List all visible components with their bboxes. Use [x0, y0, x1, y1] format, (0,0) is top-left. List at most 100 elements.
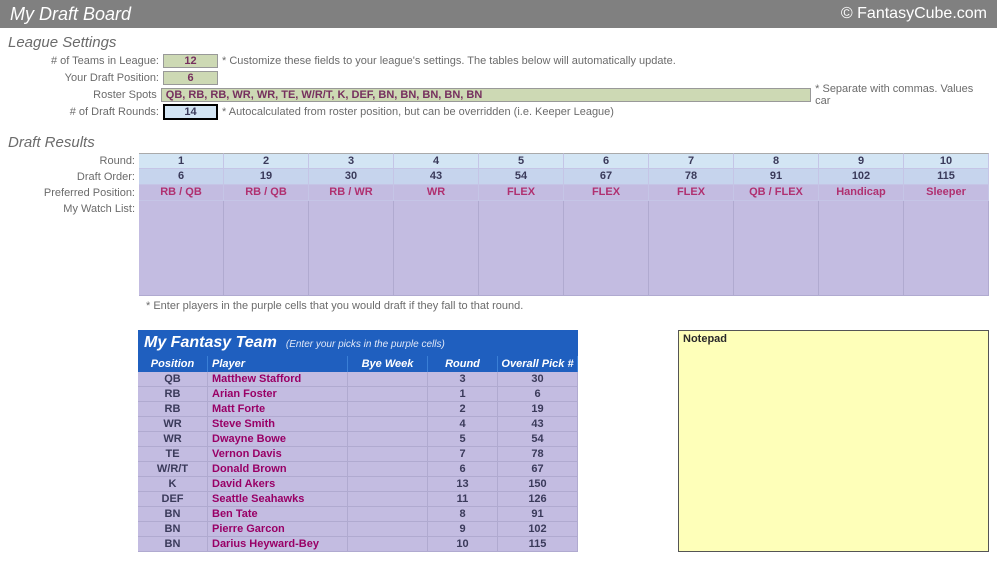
cell-player[interactable]: Dwayne Bowe — [208, 432, 348, 447]
cell-pick: 150 — [498, 477, 578, 492]
rounds-input[interactable]: 14 — [163, 104, 218, 120]
my-team-table: My Fantasy Team (Enter your picks in the… — [138, 330, 578, 552]
results-cell[interactable]: RB / QB — [139, 185, 224, 201]
cell-pick: 78 — [498, 447, 578, 462]
table-row: W/R/TDonald Brown667 — [138, 462, 578, 477]
results-cell[interactable]: 4 — [394, 153, 479, 169]
results-cell[interactable]: RB / WR — [309, 185, 394, 201]
cell-pick: 102 — [498, 522, 578, 537]
results-cell[interactable]: 6 — [139, 169, 224, 185]
col-position: Position — [138, 356, 208, 372]
cell-position: RB — [138, 402, 208, 417]
cell-bye — [348, 387, 428, 402]
col-pick: Overall Pick # — [498, 356, 578, 372]
cell-round: 2 — [428, 402, 498, 417]
cell-player[interactable]: Matthew Stafford — [208, 372, 348, 387]
cell-player[interactable]: David Akers — [208, 477, 348, 492]
results-cell[interactable]: FLEX — [649, 185, 734, 201]
results-cell[interactable]: Sleeper — [904, 185, 989, 201]
cell-player[interactable]: Pierre Garcon — [208, 522, 348, 537]
results-cell[interactable]: 54 — [479, 169, 564, 185]
cell-player[interactable]: Darius Heyward-Bey — [208, 537, 348, 552]
cell-round: 11 — [428, 492, 498, 507]
table-row: RBMatt Forte219 — [138, 402, 578, 417]
results-cell[interactable]: 10 — [904, 153, 989, 169]
results-cell[interactable]: 102 — [819, 169, 904, 185]
results-cell[interactable]: RB / QB — [224, 185, 309, 201]
results-cell[interactable]: QB / FLEX — [734, 185, 819, 201]
watch-cell[interactable] — [479, 201, 564, 296]
results-cell[interactable]: 30 — [309, 169, 394, 185]
teams-label: # of Teams in League: — [8, 55, 163, 67]
cell-player[interactable]: Vernon Davis — [208, 447, 348, 462]
col-round: Round — [428, 356, 498, 372]
cell-position: BN — [138, 507, 208, 522]
cell-player[interactable]: Arian Foster — [208, 387, 348, 402]
results-cell[interactable]: 2 — [224, 153, 309, 169]
rounds-note: * Autocalculated from roster position, b… — [218, 106, 614, 118]
results-cell[interactable]: 3 — [309, 153, 394, 169]
teams-input[interactable]: 12 — [163, 54, 218, 68]
watch-cell[interactable] — [649, 201, 734, 296]
cell-player[interactable]: Ben Tate — [208, 507, 348, 522]
results-cell[interactable]: Handicap — [819, 185, 904, 201]
cell-player[interactable]: Seattle Seahawks — [208, 492, 348, 507]
results-cell[interactable]: 43 — [394, 169, 479, 185]
results-cell[interactable]: 8 — [734, 153, 819, 169]
results-cell[interactable]: 115 — [904, 169, 989, 185]
results-cell[interactable]: 9 — [819, 153, 904, 169]
cell-player[interactable]: Donald Brown — [208, 462, 348, 477]
draft-results-heading: Draft Results — [8, 134, 989, 151]
cell-pick: 30 — [498, 372, 578, 387]
cell-position: TE — [138, 447, 208, 462]
cell-bye — [348, 507, 428, 522]
order-cells: 619304354677891102115 — [139, 169, 989, 185]
col-player: Player — [208, 356, 348, 372]
watch-cell[interactable] — [564, 201, 649, 296]
col-bye: Bye Week — [348, 356, 428, 372]
results-cell[interactable]: 6 — [564, 153, 649, 169]
watch-cell[interactable] — [309, 201, 394, 296]
results-cell[interactable]: 67 — [564, 169, 649, 185]
order-label: Draft Order: — [8, 169, 139, 185]
watch-cell[interactable] — [394, 201, 479, 296]
cell-bye — [348, 417, 428, 432]
pref-cells: RB / QBRB / QBRB / WRWRFLEXFLEXFLEXQB / … — [139, 185, 989, 201]
teams-row: # of Teams in League: 12 * Customize the… — [8, 53, 989, 69]
team-title: My Fantasy Team — [144, 334, 277, 351]
draft-position-input[interactable]: 6 — [163, 71, 218, 85]
cell-bye — [348, 402, 428, 417]
table-row: TEVernon Davis778 — [138, 447, 578, 462]
cell-pick: 43 — [498, 417, 578, 432]
brand-text: © FantasyCube.com — [841, 5, 987, 23]
page-title: My Draft Board — [10, 4, 131, 25]
roster-input[interactable]: QB, RB, RB, WR, WR, TE, W/R/T, K, DEF, B… — [161, 88, 811, 102]
results-cell[interactable]: 7 — [649, 153, 734, 169]
results-cell[interactable]: FLEX — [479, 185, 564, 201]
watch-cells — [139, 201, 989, 296]
notepad[interactable]: Notepad — [678, 330, 989, 552]
watch-cell[interactable] — [734, 201, 819, 296]
cell-position: K — [138, 477, 208, 492]
cell-player[interactable]: Steve Smith — [208, 417, 348, 432]
results-cell[interactable]: FLEX — [564, 185, 649, 201]
results-cell[interactable]: 1 — [139, 153, 224, 169]
results-cell[interactable]: 91 — [734, 169, 819, 185]
results-cell[interactable]: WR — [394, 185, 479, 201]
cell-bye — [348, 492, 428, 507]
watch-cell[interactable] — [904, 201, 989, 296]
round-cells: 12345678910 — [139, 153, 989, 169]
watch-cell[interactable] — [224, 201, 309, 296]
cell-round: 6 — [428, 462, 498, 477]
table-row: WRSteve Smith443 — [138, 417, 578, 432]
watch-cell[interactable] — [139, 201, 224, 296]
results-cell[interactable]: 78 — [649, 169, 734, 185]
results-cell[interactable]: 19 — [224, 169, 309, 185]
cell-player[interactable]: Matt Forte — [208, 402, 348, 417]
table-row: WRDwayne Bowe554 — [138, 432, 578, 447]
results-cell[interactable]: 5 — [479, 153, 564, 169]
watch-cell[interactable] — [819, 201, 904, 296]
cell-pick: 91 — [498, 507, 578, 522]
cell-position: BN — [138, 537, 208, 552]
cell-bye — [348, 432, 428, 447]
